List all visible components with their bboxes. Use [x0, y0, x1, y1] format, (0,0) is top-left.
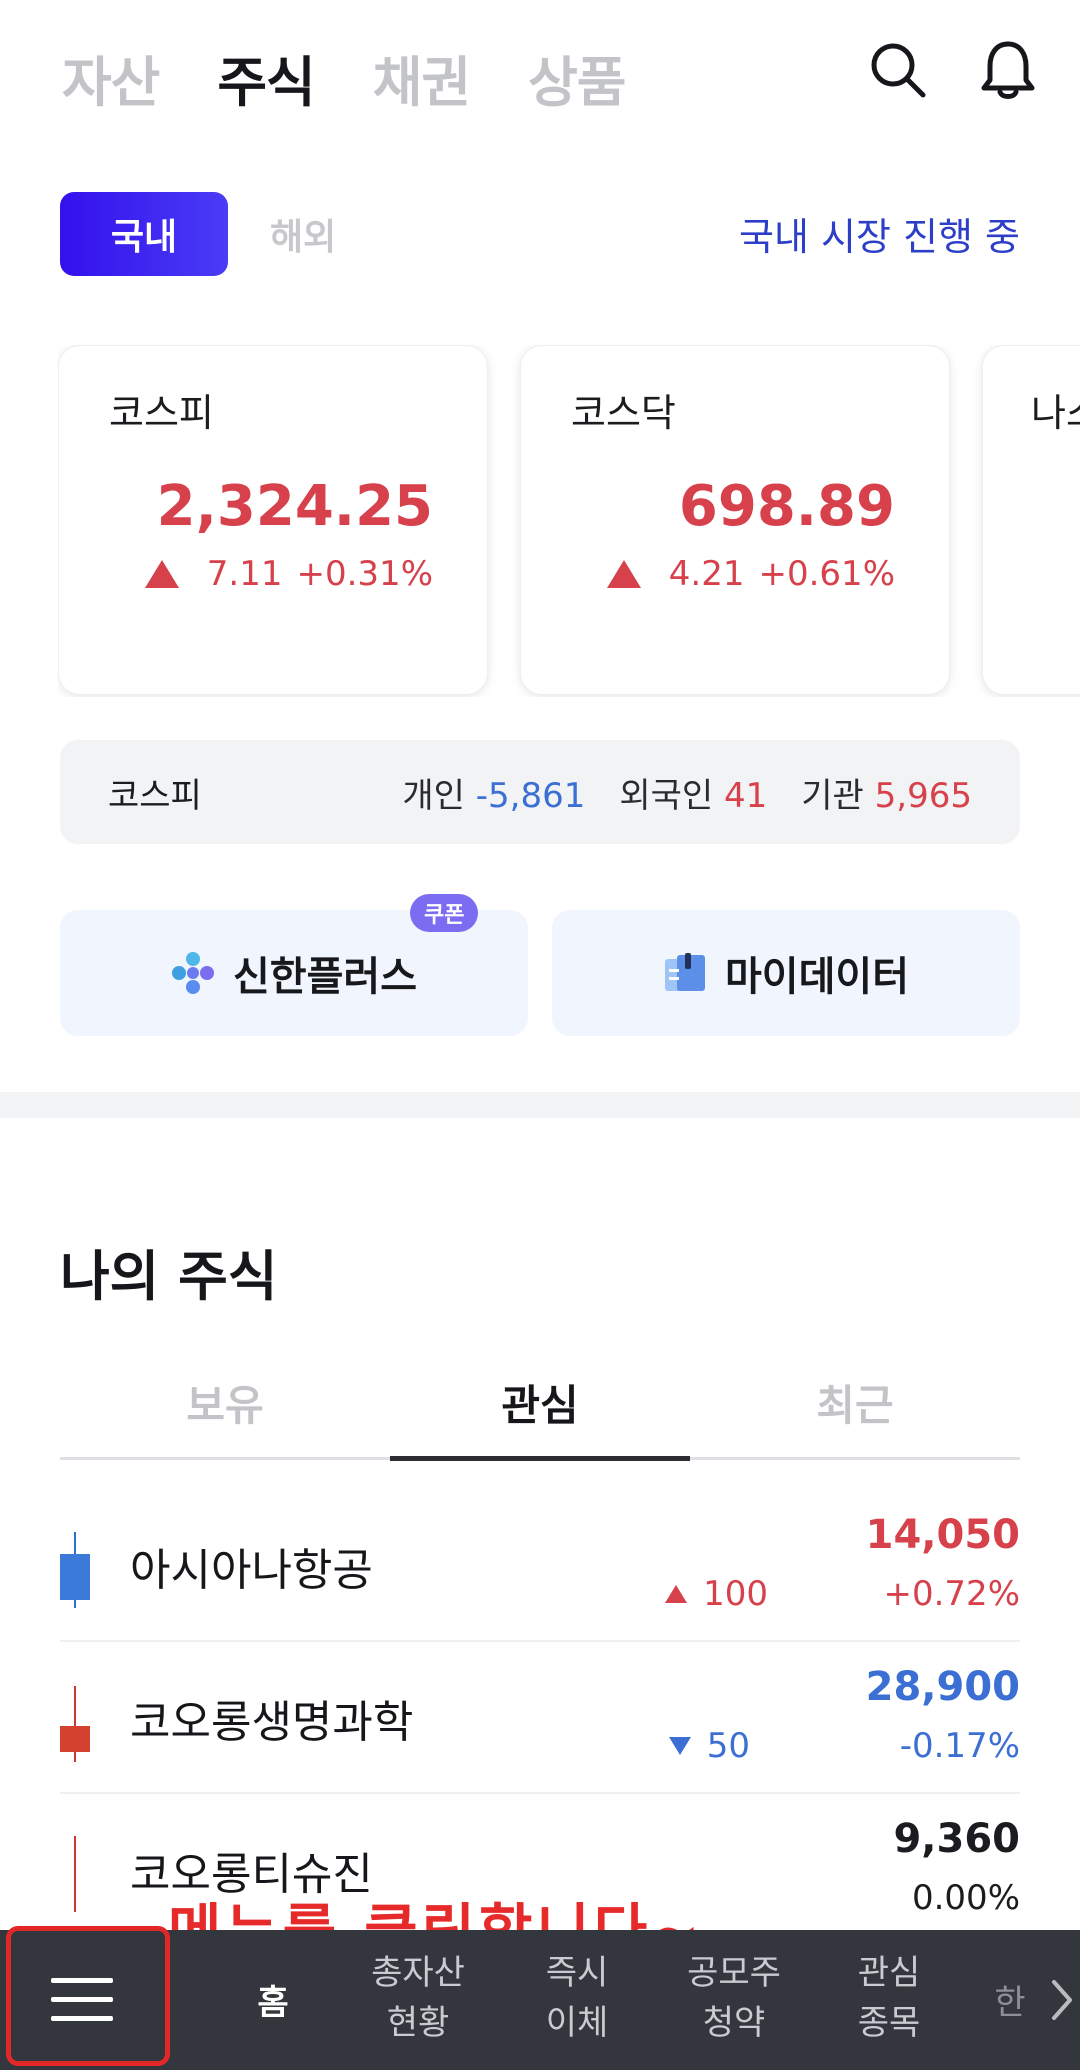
nav-label-line2: 이체 — [545, 2003, 609, 2043]
my-stocks-tabs: 보유 관심 최근 — [60, 1360, 1020, 1461]
index-name: 코스피 — [109, 391, 214, 435]
stock-price: 14,050 — [865, 1512, 1020, 1558]
investor-individual: 개인 -5,861 — [402, 768, 585, 817]
menu-highlight-box — [6, 1926, 170, 2066]
stock-price: 9,360 — [893, 1816, 1020, 1862]
shinhan-plus-label: 신한플러스 — [233, 954, 417, 1000]
nav-instant-transfer[interactable]: 즉시 이체 — [522, 1948, 632, 2058]
foreign-label: 외국인 — [619, 775, 714, 816]
individual-value: -5,861 — [475, 775, 586, 816]
nav-ipo[interactable]: 공모주 청약 — [672, 1948, 796, 2058]
up-arrow-icon — [665, 1585, 688, 1603]
nav-label-line1: 총자산 — [371, 1953, 465, 1993]
shinhan-plus-button[interactable]: 신한플러스 쿠폰 — [60, 894, 528, 1036]
index-card-kosdaq[interactable]: 코스닥 698.89 4.21 +0.61% — [520, 345, 950, 695]
index-change: 4.21 +0.61% — [606, 554, 896, 594]
stock-name: 아시아나항공 — [130, 1545, 373, 1596]
candle-icon — [60, 1686, 90, 1762]
mydata-icon — [665, 953, 705, 991]
coupon-badge: 쿠폰 — [410, 894, 479, 932]
tab-holdings[interactable]: 보유 — [60, 1360, 390, 1457]
index-value: 698.89 — [678, 474, 895, 539]
market-status: 국내 시장 진행 중 — [739, 215, 1020, 259]
tab-bonds[interactable]: 채권 — [373, 38, 471, 117]
top-tab-bar: 자산 주식 채권 상품 — [62, 38, 627, 117]
stock-pct: -0.17% — [899, 1726, 1020, 1766]
index-change-points: 4.21 — [668, 554, 745, 594]
section-divider — [0, 1092, 1080, 1118]
mydata-label: 마이데이터 — [725, 954, 909, 1000]
index-cards: 코스피 2,324.25 7.11 +0.31% 코스닥 698.89 4.21… — [58, 345, 1080, 697]
nav-label-line1: 공모주 — [687, 1953, 781, 1993]
overseas-toggle[interactable]: 해외 — [270, 192, 336, 276]
tab-assets[interactable]: 자산 — [62, 38, 160, 117]
index-card-nasdaq[interactable]: 나스 — [982, 345, 1080, 695]
my-stocks-title: 나의 주식 — [60, 1245, 278, 1308]
nav-more-partial[interactable]: 한 — [990, 1948, 1030, 2058]
search-icon[interactable] — [866, 38, 930, 102]
nav-label-line1: 즉시 — [545, 1953, 609, 1993]
stock-row[interactable]: 코오롱생명과학 28,900 50 -0.17% — [60, 1642, 1020, 1794]
nav-total-assets[interactable]: 총자산 현황 — [358, 1948, 478, 2058]
index-change-points: 7.11 — [206, 554, 283, 594]
stock-row[interactable]: 아시아나항공 14,050 100 +0.72% — [60, 1490, 1020, 1642]
institution-value: 5,965 — [874, 775, 972, 816]
bell-icon[interactable] — [976, 38, 1040, 102]
candle-icon — [60, 1532, 90, 1608]
index-change-pct: +0.61% — [758, 554, 896, 594]
tab-stocks[interactable]: 주식 — [217, 38, 315, 117]
index-name: 나스 — [1031, 391, 1080, 435]
stock-change: 50 — [668, 1726, 750, 1766]
investor-foreign: 외국인 41 — [619, 768, 767, 817]
nav-label-line1: 관심 — [857, 1953, 921, 1993]
stock-pct: +0.72% — [883, 1574, 1021, 1614]
tab-products[interactable]: 상품 — [528, 38, 626, 117]
nav-label-line2: 현황 — [386, 2003, 450, 2043]
domestic-toggle[interactable]: 국내 — [60, 192, 228, 276]
stock-price: 28,900 — [865, 1664, 1020, 1710]
index-name: 코스닥 — [571, 391, 676, 435]
index-value: 2,324.25 — [156, 474, 433, 539]
chevron-right-icon[interactable] — [1050, 1978, 1074, 2022]
index-change-pct: +0.31% — [296, 554, 434, 594]
nav-home[interactable]: 홈 — [240, 1948, 306, 2058]
stock-name: 코오롱생명과학 — [130, 1697, 414, 1748]
shinhan-plus-icon — [172, 952, 214, 994]
down-arrow-icon — [668, 1737, 691, 1755]
investor-flow-bar[interactable]: 코스피 개인 -5,861 외국인 41 기관 5,965 — [60, 740, 1020, 844]
index-card-kospi[interactable]: 코스피 2,324.25 7.11 +0.31% — [58, 345, 488, 695]
index-change: 7.11 +0.31% — [144, 554, 434, 594]
candle-icon — [74, 1836, 76, 1912]
stock-pct: 0.00% — [911, 1878, 1020, 1918]
up-arrow-icon — [606, 560, 641, 588]
nav-label-line2: 청약 — [702, 2003, 766, 2043]
institution-label: 기관 — [801, 775, 864, 816]
nav-label-line2: 종목 — [857, 2003, 921, 2043]
up-arrow-icon — [144, 560, 179, 588]
top-icons — [866, 38, 1040, 102]
tab-watchlist[interactable]: 관심 — [390, 1360, 690, 1461]
nav-watchlist[interactable]: 관심 종목 — [834, 1948, 944, 2058]
stock-change: 100 — [665, 1574, 768, 1614]
foreign-value: 41 — [724, 775, 768, 816]
investor-institution: 기관 5,965 — [801, 768, 972, 817]
stock-change-value: 100 — [703, 1574, 768, 1614]
tab-recent[interactable]: 최근 — [690, 1360, 1020, 1457]
stock-change-value: 50 — [706, 1726, 750, 1766]
investor-market: 코스피 — [108, 775, 202, 816]
individual-label: 개인 — [402, 775, 465, 816]
mydata-button[interactable]: 마이데이터 — [552, 910, 1020, 1036]
